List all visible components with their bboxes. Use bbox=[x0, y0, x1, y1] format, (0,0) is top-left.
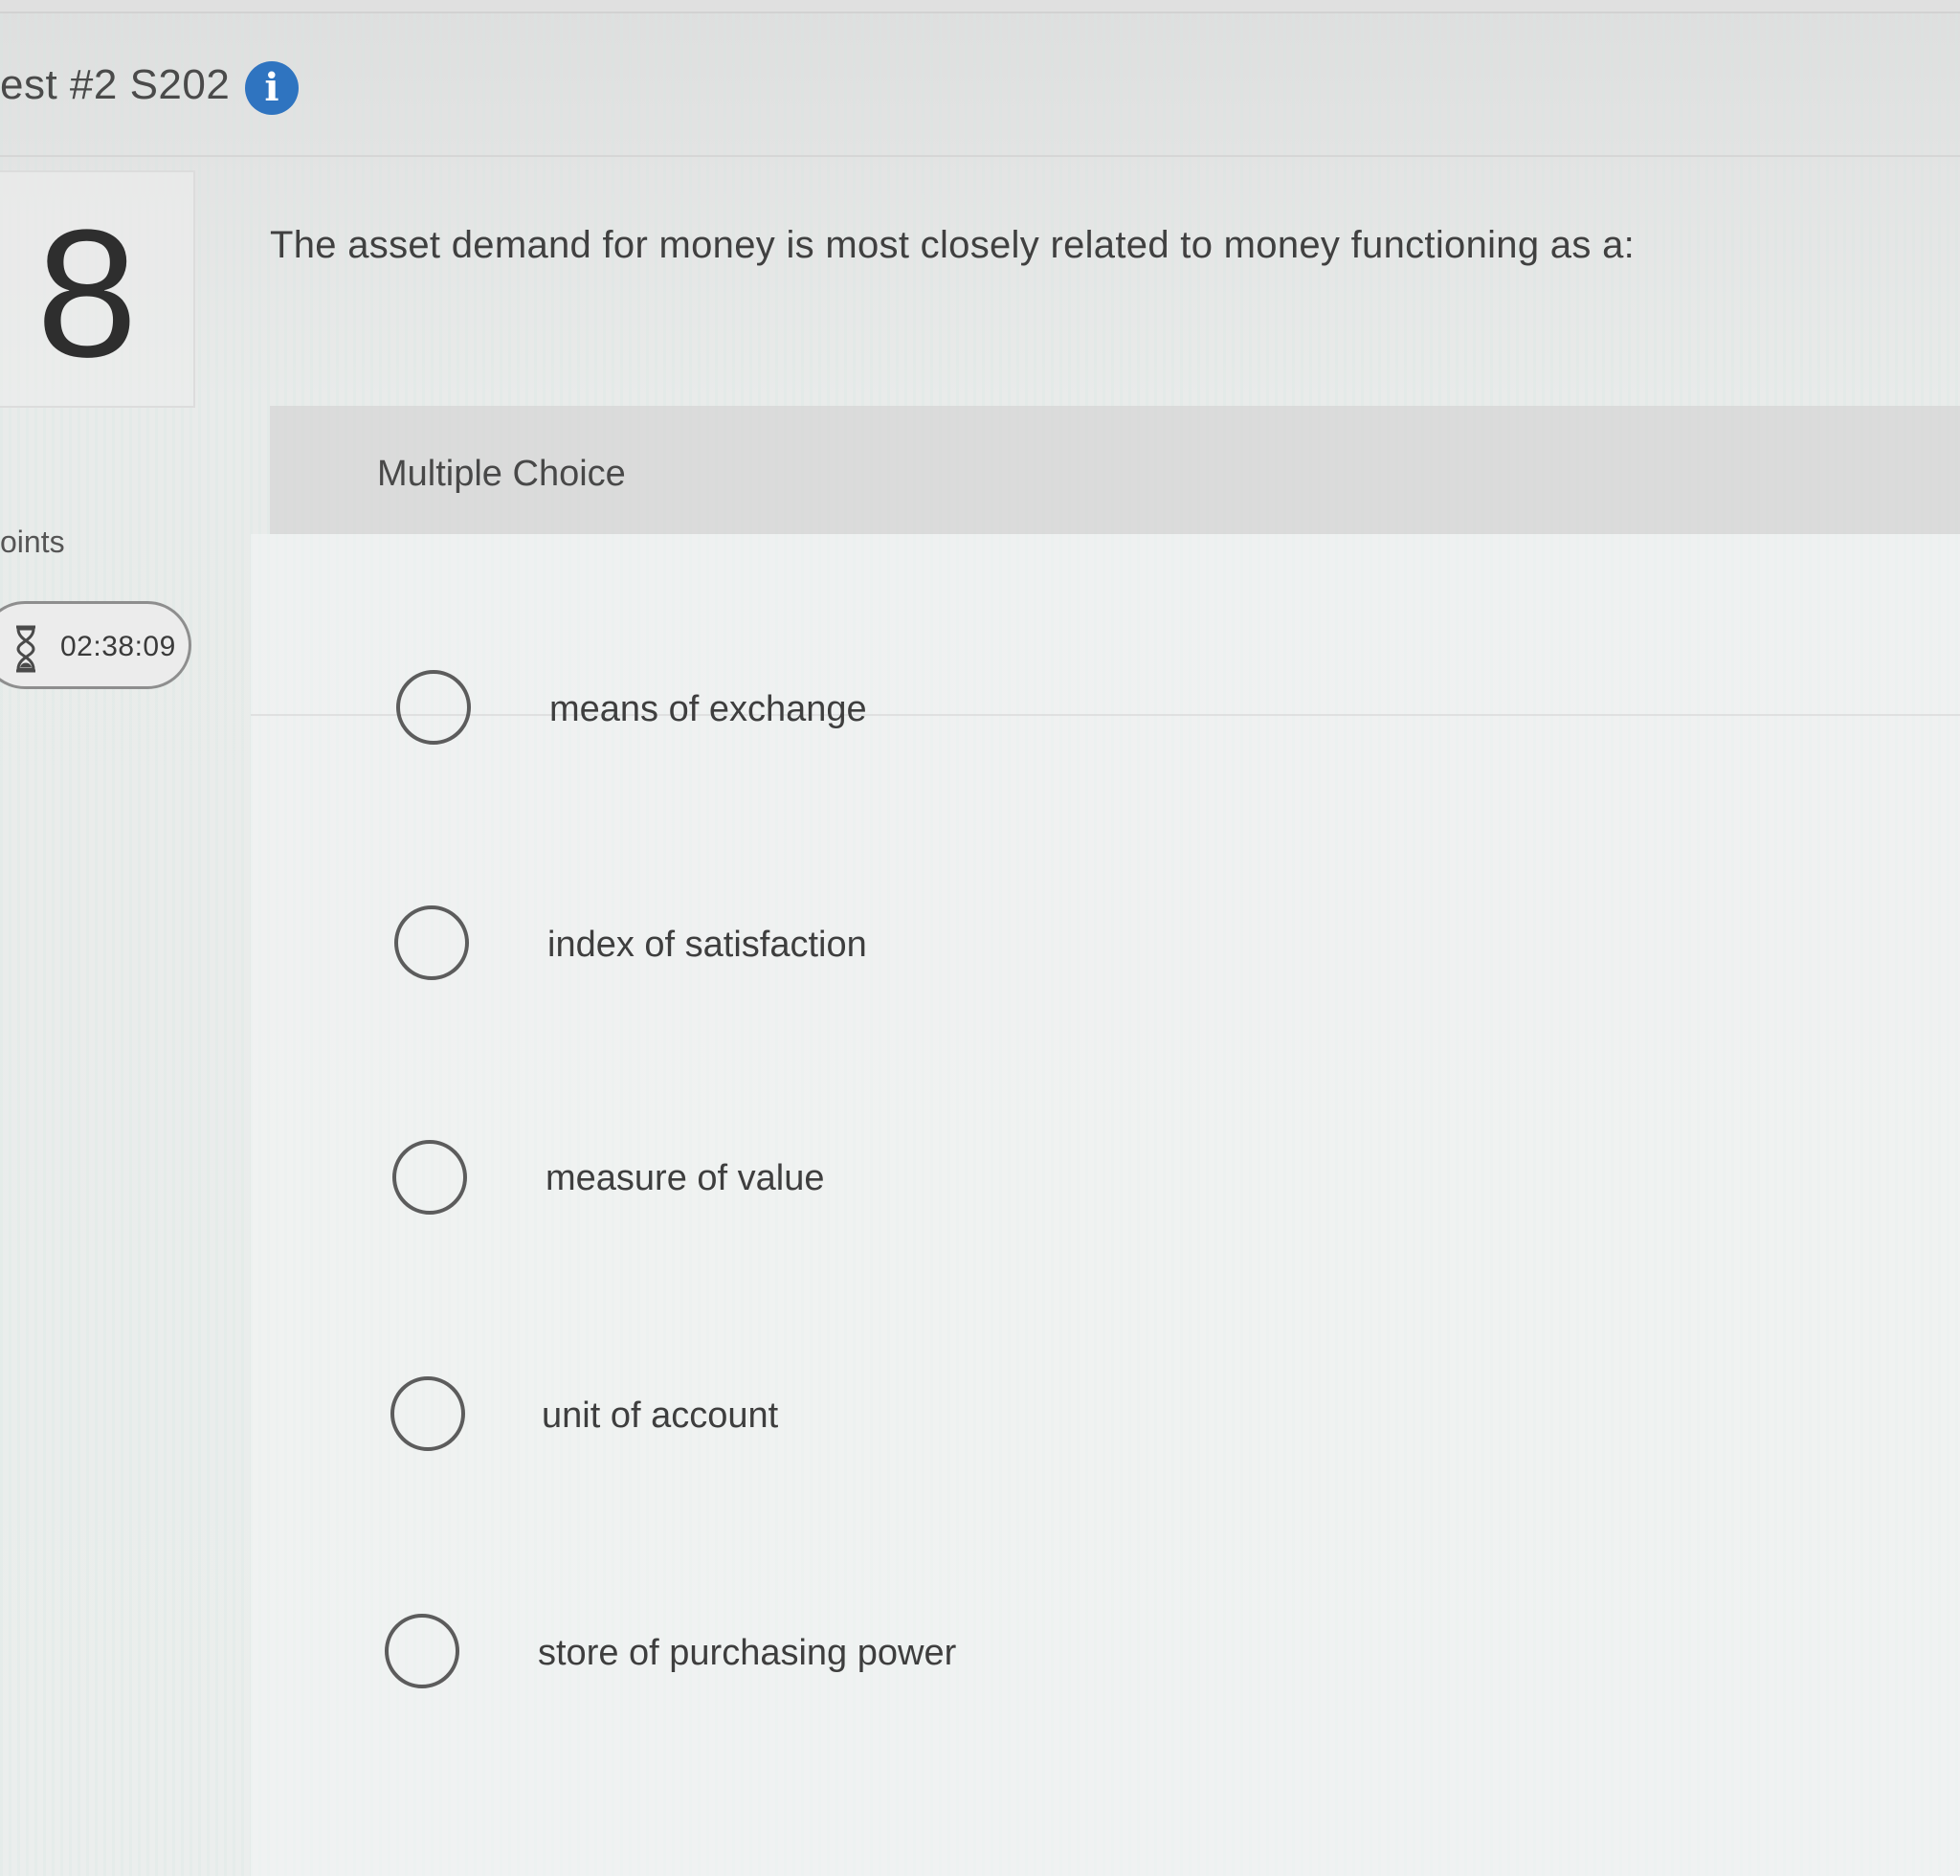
timer-badge: 02:38:09 bbox=[0, 601, 191, 689]
answer-label: store of purchasing power bbox=[538, 1633, 957, 1673]
top-border bbox=[0, 0, 1960, 13]
answer-option-1[interactable]: means of exchange bbox=[251, 534, 1960, 745]
test-header: est #2 S202 i bbox=[0, 13, 1960, 157]
question-prompt: The asset demand for money is most close… bbox=[270, 224, 1636, 266]
timer-text: 02:38:09 bbox=[60, 631, 176, 662]
hourglass-icon bbox=[16, 625, 35, 673]
multiple-choice-header: Multiple Choice bbox=[270, 406, 1960, 534]
answer-option-3[interactable]: measure of value bbox=[251, 946, 1960, 1215]
answer-option-5[interactable]: store of purchasing power bbox=[251, 1424, 1960, 1688]
question-type-label: Multiple Choice bbox=[377, 454, 626, 494]
answer-option-4[interactable]: unit of account bbox=[251, 1185, 1960, 1451]
info-icon[interactable]: i bbox=[245, 61, 299, 115]
test-title: est #2 S202 bbox=[0, 61, 231, 108]
radio-button[interactable] bbox=[385, 1614, 459, 1688]
answer-options: means of exchange index of satisfaction … bbox=[251, 534, 1960, 1876]
points-label: oints bbox=[0, 525, 65, 559]
answer-option-2[interactable]: index of satisfaction bbox=[251, 716, 1960, 980]
question-number: 8 bbox=[36, 192, 138, 395]
